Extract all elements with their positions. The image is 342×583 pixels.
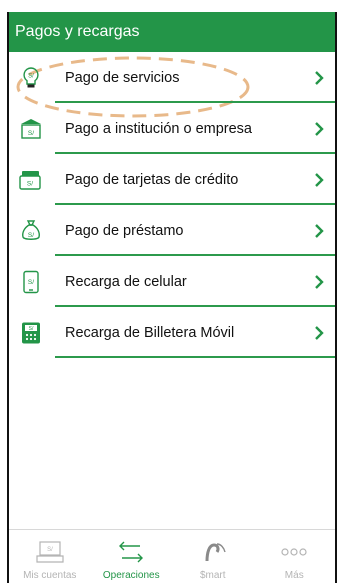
tab-label: Mis cuentas xyxy=(23,570,77,581)
tab-mis-cuentas[interactable]: S/ Mis cuentas xyxy=(12,538,87,583)
menu-item-label: Pago de servicios xyxy=(65,69,180,86)
tab-mas[interactable]: Más xyxy=(257,538,332,583)
svg-text:S/: S/ xyxy=(28,130,34,137)
tab-operaciones[interactable]: Operaciones xyxy=(94,538,169,583)
menu-item-pago-institucion[interactable]: S/ Pago a institución o empresa xyxy=(9,103,335,154)
chevron-right-icon xyxy=(311,223,327,239)
svg-text:S/: S/ xyxy=(27,180,33,187)
credit-card-icon: S/ xyxy=(19,168,43,192)
chevron-right-icon xyxy=(311,274,327,290)
chevron-right-icon xyxy=(311,325,327,341)
chevron-right-icon xyxy=(311,121,327,137)
bottom-nav: S/ Mis cuentas Operaciones $mart Más xyxy=(9,529,335,583)
chevron-right-icon xyxy=(311,172,327,188)
mobile-phone-icon: S/ xyxy=(19,270,43,294)
transfer-arrows-icon xyxy=(114,538,148,566)
menu-item-pago-prestamo[interactable]: S/ Pago de préstamo xyxy=(9,205,335,256)
institution-icon: S/ xyxy=(19,117,43,141)
menu-item-label: Pago de préstamo xyxy=(65,222,184,239)
svg-text:S/: S/ xyxy=(28,279,34,286)
menu-item-pago-tarjetas[interactable]: S/ Pago de tarjetas de crédito xyxy=(9,154,335,205)
svg-text:S/: S/ xyxy=(28,232,34,239)
tab-label: $mart xyxy=(199,570,226,581)
app-frame: Pagos y recargas S/ Pago de servicios S/… xyxy=(7,12,337,583)
lightbulb-icon: S/ xyxy=(19,66,43,90)
header: Pagos y recargas xyxy=(9,12,335,52)
menu-item-label: Pago de tarjetas de crédito xyxy=(65,171,239,188)
wallet-calculator-icon: S/ xyxy=(19,321,43,345)
menu-item-label: Recarga de Billetera Móvil xyxy=(65,324,235,341)
menu-item-recarga-billetera[interactable]: S/ Recarga de Billetera Móvil xyxy=(9,307,335,358)
tab-label: Más xyxy=(284,570,304,581)
svg-text:S/: S/ xyxy=(29,326,34,332)
accounts-icon: S/ xyxy=(35,538,65,566)
svg-text:S/: S/ xyxy=(28,73,34,79)
tab-smart[interactable]: $mart xyxy=(175,538,250,583)
smart-icon xyxy=(198,538,228,566)
chevron-right-icon xyxy=(311,70,327,86)
menu-item-pago-servicios[interactable]: S/ Pago de servicios xyxy=(9,52,335,103)
menu-item-recarga-celular[interactable]: S/ Recarga de celular xyxy=(9,256,335,307)
money-bag-icon: S/ xyxy=(19,219,43,243)
page-title: Pagos y recargas xyxy=(15,23,140,40)
more-dots-icon xyxy=(279,538,309,566)
tab-label: Operaciones xyxy=(102,570,160,581)
menu-item-label: Pago a institución o empresa xyxy=(65,120,252,137)
svg-text:S/: S/ xyxy=(47,547,53,553)
menu-list: S/ Pago de servicios S/ Pago a instituci… xyxy=(9,52,335,358)
menu-item-label: Recarga de celular xyxy=(65,273,187,290)
